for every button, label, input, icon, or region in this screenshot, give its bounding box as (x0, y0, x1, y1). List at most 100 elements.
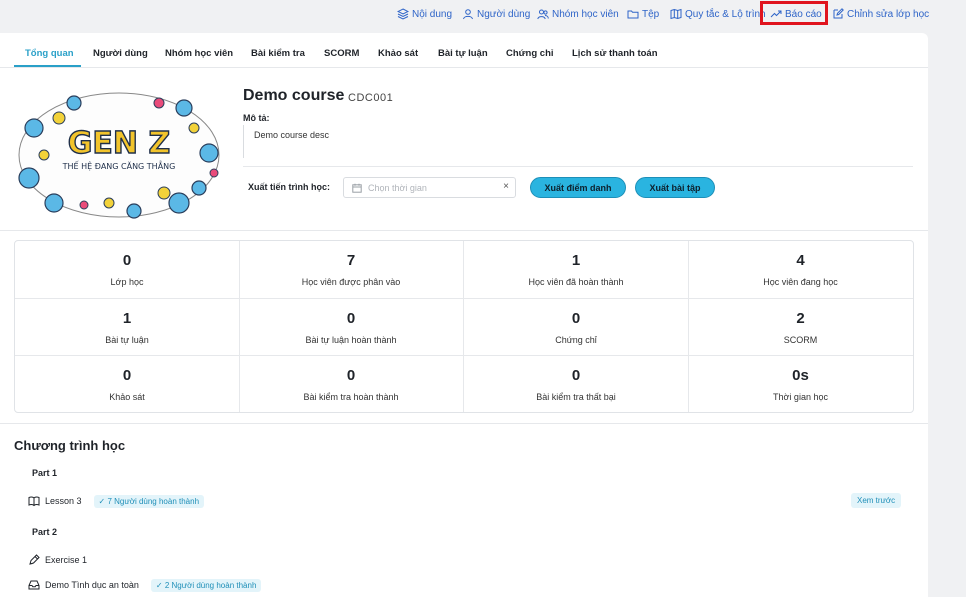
toolbar-content-label: Nội dung (412, 8, 453, 20)
user-icon (463, 9, 473, 20)
export-attendance-button[interactable]: Xuất điểm danh (530, 177, 626, 198)
export-exercise-button[interactable]: Xuất bài tập (635, 177, 715, 198)
course-thumbnail: GEN Z THẾ HỆ ĐANG CĂNG THẲNG (18, 92, 220, 219)
main-card: Tổng quan Người dùng Nhóm học viên Bài k… (0, 33, 928, 597)
stat-completed-learners: 1 Học viên đã hoàn thành (464, 241, 689, 299)
tab-bar: Tổng quan Người dùng Nhóm học viên Bài k… (0, 33, 928, 68)
tab-certificates[interactable]: Chứng chỉ (506, 48, 554, 59)
lesson-item[interactable]: Lesson 3 ✓ 7 Người dùng hoàn thành (28, 493, 205, 509)
date-range-input[interactable]: Chọn thời gian × (343, 177, 516, 198)
stat-study-time: 0s Thời gian học (688, 356, 913, 412)
lesson-title: Exercise 1 (45, 555, 88, 565)
toolbar-files[interactable]: Tệp (627, 6, 659, 22)
toolbar-users[interactable]: Người dùng (462, 6, 530, 22)
toolbar-rules[interactable]: Quy tắc & Lộ trình (670, 6, 766, 22)
map-icon (670, 8, 682, 20)
tab-payment-history[interactable]: Lịch sử thanh toán (572, 48, 658, 59)
preview-button[interactable]: Xem trước (851, 493, 902, 508)
stat-scorm: 2 SCORM (688, 299, 913, 357)
lesson-item[interactable]: Exercise 1 (28, 552, 87, 568)
stat-label: Học viên đã hoàn thành (528, 277, 624, 287)
completion-badge: ✓ 2 Người dùng hoàn thành (150, 578, 262, 592)
toolbar-content[interactable]: Nội dung (397, 6, 452, 22)
stat-value: 0s (792, 367, 809, 385)
tab-tests[interactable]: Bài kiểm tra (251, 48, 305, 59)
completion-badge: ✓ 7 Người dùng hoàn thành (93, 494, 205, 508)
active-tab-indicator (14, 65, 81, 67)
divider (0, 230, 928, 231)
toolbar-groups-label: Nhóm học viên (552, 8, 619, 20)
book-icon (28, 496, 40, 507)
toolbar-rules-label: Quy tắc & Lộ trình (685, 8, 766, 20)
course-title: Demo course (243, 87, 345, 104)
users-icon (537, 9, 549, 20)
stat-label: Bài tự luận hoàn thành (305, 334, 397, 345)
tab-scorm[interactable]: SCORM (324, 48, 359, 59)
stat-label: SCORM (783, 334, 818, 345)
folder-icon (627, 10, 639, 19)
stats-grid: 0 Lớp học 7 Học viên được phân vào 1 Học… (14, 240, 914, 413)
tab-groups[interactable]: Nhóm học viên (165, 48, 233, 59)
toolbar-edit-class-label: Chỉnh sửa lớp học (847, 8, 930, 20)
toolbar-files-label: Tệp (642, 8, 660, 20)
pen-icon (29, 554, 40, 565)
stat-value: 4 (796, 252, 805, 269)
lesson-item[interactable]: Demo Tình dục an toàn ✓ 2 Người dùng hoà… (28, 577, 262, 593)
stat-label: Chứng chỉ (555, 334, 597, 345)
divider (0, 423, 928, 424)
calendar-icon (352, 183, 362, 193)
top-toolbar: Nội dung Người dùng Nhóm học viên Tệp Qu… (0, 0, 966, 28)
divider (243, 166, 913, 167)
lesson-title: Lesson 3 (45, 496, 82, 506)
layers-icon (397, 8, 409, 20)
stat-value: 0 (571, 309, 581, 327)
tab-surveys[interactable]: Khảo sát (378, 48, 418, 59)
stat-value: 2 (796, 309, 805, 327)
stat-value: 1 (122, 309, 132, 327)
stat-active-learners: 4 Học viên đang học (688, 241, 913, 299)
stat-label: Lớp học (110, 277, 144, 287)
description-box: Demo course desc (243, 125, 913, 158)
toolbar-users-label: Người dùng (477, 8, 531, 20)
stat-classes: 0 Lớp học (15, 241, 240, 299)
part-label: Part 1 (32, 468, 58, 478)
course-code: CDC001 (348, 92, 394, 104)
description-text: Demo course desc (254, 130, 330, 140)
part-label: Part 2 (32, 527, 58, 537)
stat-surveys: 0 Khảo sát (15, 356, 240, 412)
highlight-box (760, 1, 828, 25)
tab-users[interactable]: Người dùng (93, 48, 148, 59)
edit-icon (833, 8, 844, 19)
tab-essays[interactable]: Bài tự luận (438, 48, 488, 59)
stat-value: 0 (571, 367, 581, 385)
export-progress-label: Xuất tiến trình học: (248, 182, 330, 192)
stat-value: 1 (571, 252, 581, 269)
stat-value: 0 (122, 367, 132, 385)
stat-tests-failed: 0 Bài kiểm tra thất bại (464, 356, 689, 412)
stat-value: 7 (346, 252, 356, 269)
tab-overview[interactable]: Tổng quan (25, 48, 74, 59)
lesson-title: Demo Tình dục an toàn (45, 580, 139, 590)
inbox-icon (28, 580, 40, 590)
toolbar-groups[interactable]: Nhóm học viên (537, 6, 619, 22)
thumbnail-main-text: GEN Z (68, 126, 170, 161)
stat-essays-completed: 0 Bài tự luận hoàn thành (239, 298, 464, 357)
stat-label: Bài kiểm tra thất bại (536, 392, 616, 403)
curriculum-title: Chương trình học (14, 438, 126, 453)
stat-essays: 1 Bài tự luận (15, 298, 240, 357)
stat-value: 0 (346, 309, 356, 327)
clear-icon[interactable]: × (503, 181, 509, 192)
stat-label: Bài kiểm tra hoàn thành (303, 392, 399, 403)
stat-label: Bài tự luận (105, 334, 149, 345)
stat-label: Học viên được phân vào (301, 277, 401, 287)
stat-assigned-learners: 7 Học viên được phân vào (239, 241, 464, 299)
stat-tests-completed: 0 Bài kiểm tra hoàn thành (239, 356, 464, 412)
stat-value: 0 (122, 252, 132, 269)
stat-label: Khảo sát (109, 392, 145, 403)
date-placeholder: Chọn thời gian (368, 182, 427, 193)
toolbar-edit-class[interactable]: Chỉnh sửa lớp học (832, 6, 929, 22)
stat-label: Thời gian học (773, 392, 828, 403)
description-label: Mô tả: (243, 113, 270, 123)
stat-label: Học viên đang học (763, 277, 838, 287)
stat-value: 0 (346, 367, 356, 385)
